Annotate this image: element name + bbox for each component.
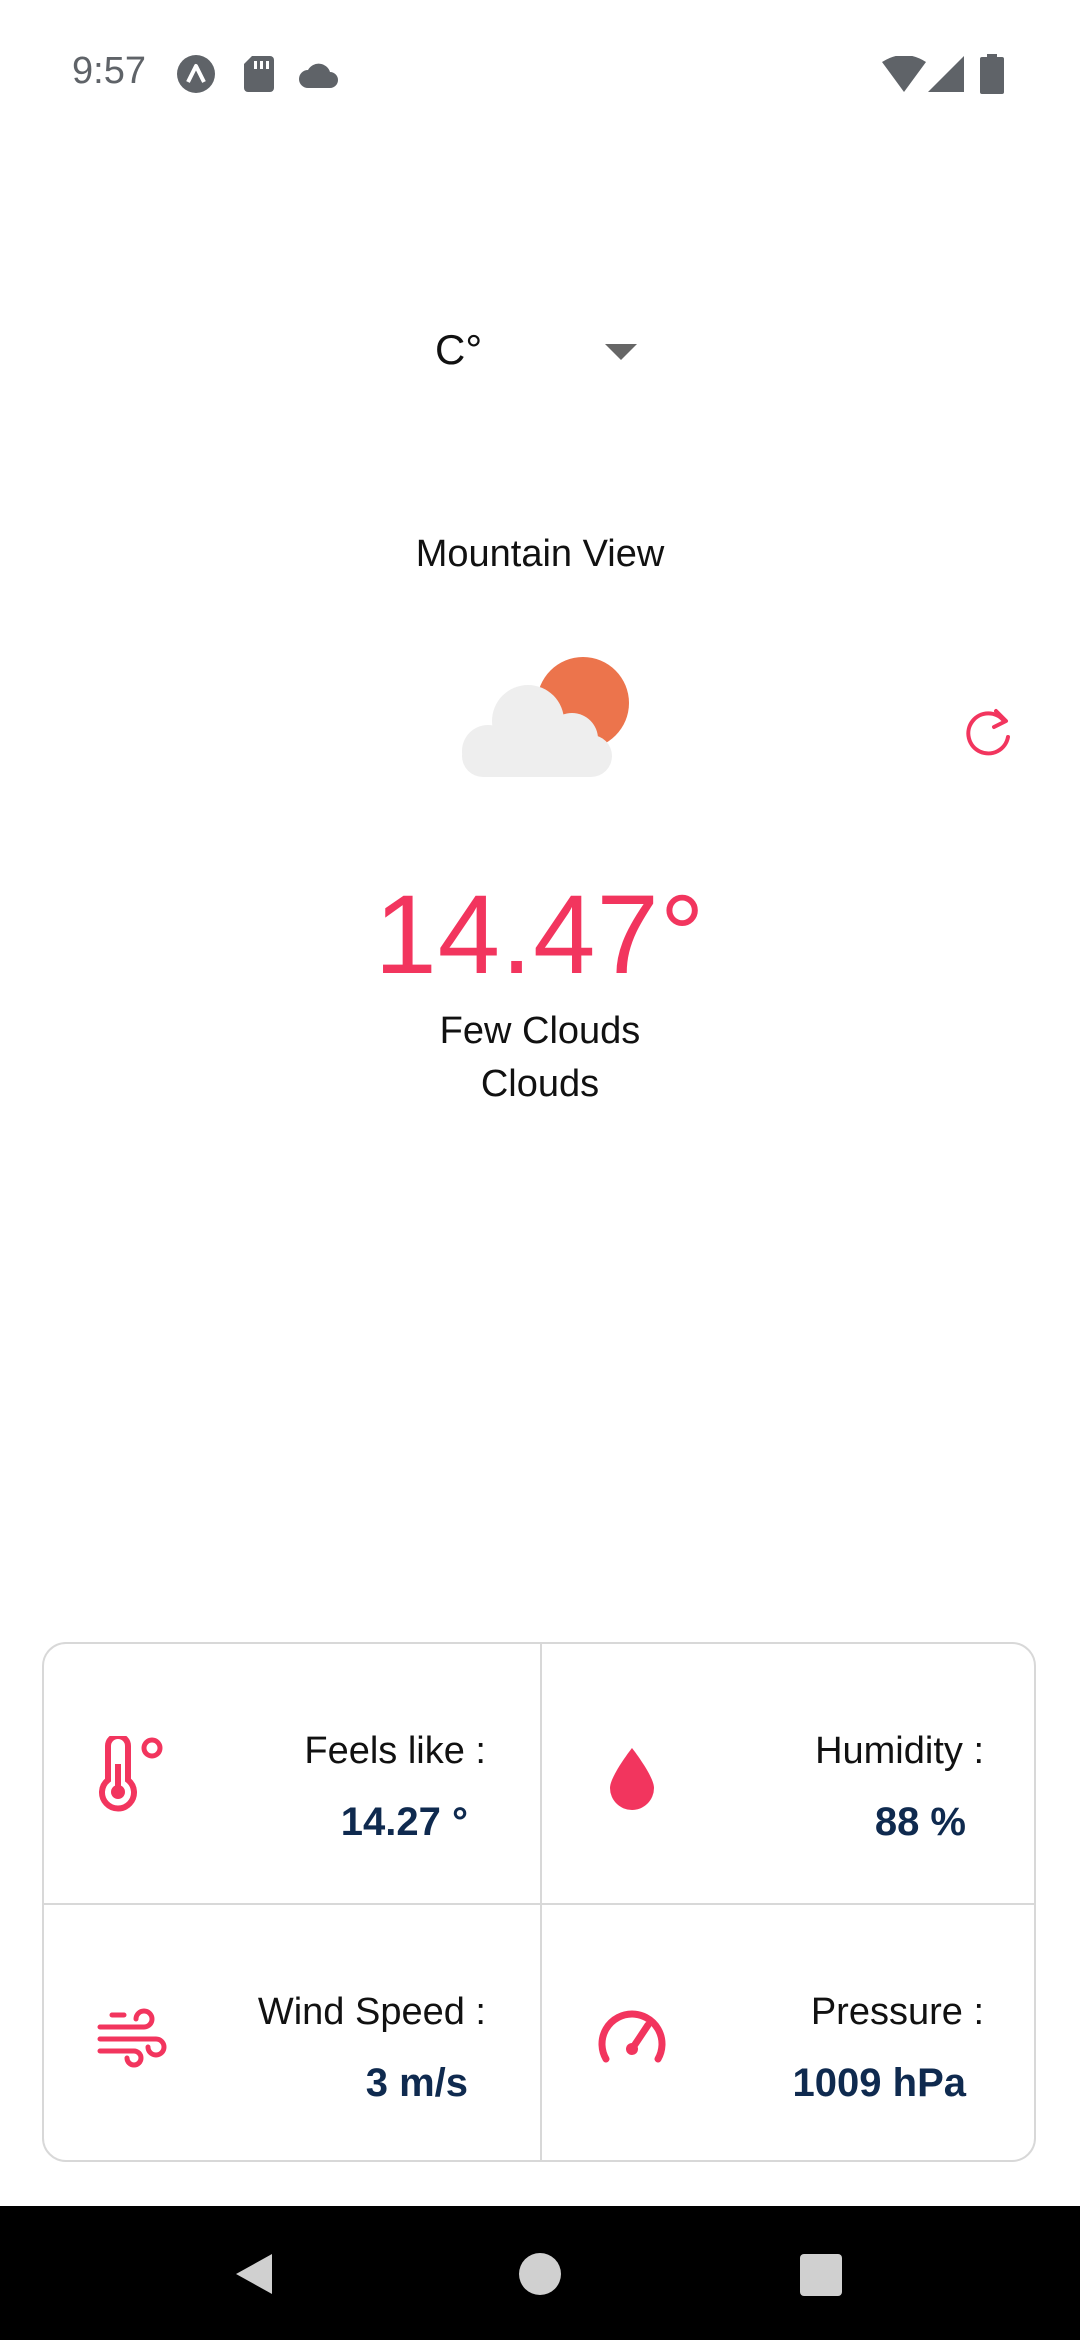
humidity-value: 88 % (874, 1800, 966, 1844)
back-button[interactable] (234, 2252, 274, 2296)
weather-details-card: Feels like : 14.27 ° Humidity : 88 % Win… (42, 1642, 1036, 2162)
wind-speed-label: Wind Speed : (257, 1991, 486, 2033)
wind-icon (97, 2008, 167, 2068)
wifi-icon (882, 56, 926, 92)
wind-speed-value: 3 m/s (365, 2061, 468, 2105)
home-button[interactable] (518, 2252, 562, 2296)
unit-dropdown-value: C° (435, 326, 483, 373)
chevron-down-icon (605, 344, 637, 360)
cloud-icon (299, 63, 338, 88)
unit-dropdown[interactable]: C° (410, 320, 650, 384)
feels-like-value: 14.27 ° (340, 1800, 468, 1844)
feels-like-label: Feels like : (304, 1730, 486, 1772)
current-temperature: 14.47° (374, 872, 706, 997)
status-time: 9:57 (72, 50, 146, 92)
overview-button[interactable] (800, 2254, 842, 2296)
sd-card-icon (244, 56, 274, 92)
navigation-bar (0, 2206, 1080, 2340)
signal-icon (928, 56, 964, 92)
humidity-label: Humidity : (815, 1730, 984, 1772)
humidity-cell: Humidity : 88 % (542, 1644, 1034, 1903)
expo-icon (177, 55, 215, 93)
city-name: Mountain View (415, 533, 665, 575)
gauge-icon (598, 2010, 666, 2063)
few-clouds-icon (462, 657, 629, 777)
feels-like-cell: Feels like : 14.27 ° (44, 1644, 540, 1903)
battery-icon (980, 54, 1004, 94)
pressure-label: Pressure : (810, 1991, 984, 2033)
water-drop-icon (610, 1748, 654, 1810)
pressure-value: 1009 hPa (792, 2061, 966, 2105)
pressure-cell: Pressure : 1009 hPa (542, 1905, 1034, 2160)
refresh-icon[interactable] (960, 703, 1020, 763)
status-bar: 9:57 (0, 0, 1080, 150)
thermometer-icon (99, 1736, 163, 1812)
weather-main: Clouds (480, 1063, 600, 1105)
weather-description: Few Clouds (439, 1010, 641, 1052)
wind-speed-cell: Wind Speed : 3 m/s (44, 1905, 540, 2160)
